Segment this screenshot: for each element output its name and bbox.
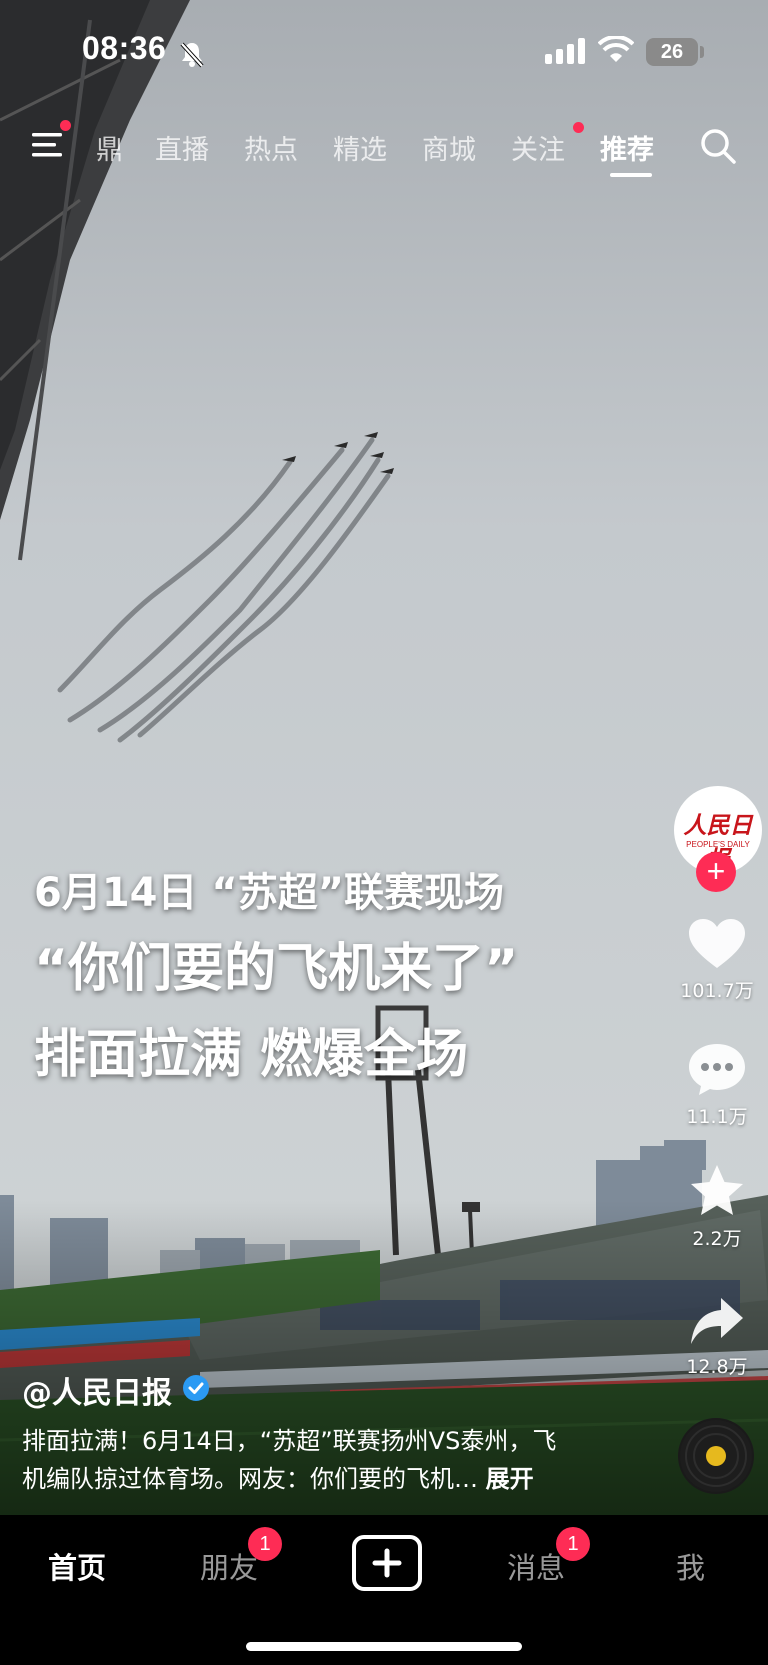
- cellular-signal-icon: [545, 38, 585, 64]
- tab-ding[interactable]: 鼎: [96, 128, 123, 167]
- heart-icon: [689, 919, 745, 968]
- description-line-2: 机编队掠过体育场。网友：你们要的飞机… 展开: [22, 1460, 622, 1498]
- tab-mall[interactable]: 商城: [422, 128, 476, 167]
- wifi-icon: [598, 36, 634, 62]
- verified-badge-icon: [183, 1375, 209, 1401]
- video-caption-line-2: “你们要的飞机来了”: [34, 939, 519, 999]
- status-time: 08:36: [82, 30, 167, 66]
- comment-action[interactable]: 11.1万: [670, 1040, 764, 1129]
- search-icon[interactable]: [698, 126, 738, 166]
- follow-button[interactable]: +: [696, 852, 736, 892]
- plus-icon: [372, 1548, 402, 1578]
- like-count: 101.7万: [680, 980, 754, 1002]
- video-caption-line-1: 6月14日 “苏超”联赛现场: [34, 870, 504, 916]
- description-line-2-text: 机编队掠过体育场。网友：你们要的飞机…: [22, 1465, 478, 1493]
- messages-badge: 1: [556, 1527, 590, 1561]
- video-player[interactable]: [0, 0, 768, 1515]
- share-count: 12.8万: [686, 1356, 748, 1378]
- following-notification-dot: [573, 122, 584, 133]
- bottom-tab-bar: 首页 朋友 1 消息 1 我: [0, 1515, 768, 1665]
- post-description[interactable]: 排面拉满！6月14日，“苏超”联赛扬州VS泰州，飞 机编队掠过体育场。网友：你们…: [22, 1422, 622, 1498]
- vinyl-disc-icon: [680, 1420, 752, 1492]
- tab-messages[interactable]: 消息: [507, 1545, 565, 1587]
- home-indicator: [246, 1642, 522, 1651]
- tab-recommended[interactable]: 推荐: [600, 128, 654, 167]
- avatar-logo-subtext: PEOPLE'S DAILY: [686, 840, 750, 849]
- friends-badge: 1: [248, 1527, 282, 1561]
- status-bar: 08:36 26: [0, 0, 768, 100]
- battery-indicator: 26: [646, 38, 698, 66]
- app-screen: 08:36 26 鼎 直播 热点 精选 商城 关注 推荐 6月14日 “苏超”联…: [0, 0, 768, 1665]
- favorite-count: 2.2万: [692, 1228, 742, 1250]
- video-caption-line-3: 排面拉满 燃爆全场: [34, 1025, 469, 1085]
- expand-link[interactable]: 展开: [486, 1465, 534, 1493]
- video-frame: [0, 0, 768, 1515]
- active-tab-indicator: [610, 173, 652, 177]
- author-name[interactable]: @人民日报: [22, 1368, 172, 1412]
- tab-me[interactable]: 我: [676, 1545, 705, 1587]
- top-nav: 鼎 直播 热点 精选 商城 关注 推荐: [0, 118, 768, 178]
- comment-icon: [689, 1044, 745, 1095]
- bell-muted-icon: [180, 42, 204, 68]
- menu-icon[interactable]: [32, 130, 68, 160]
- share-arrow-icon: [691, 1298, 743, 1344]
- tab-live[interactable]: 直播: [155, 128, 209, 167]
- music-disc[interactable]: [678, 1418, 754, 1494]
- comment-count: 11.1万: [686, 1106, 748, 1128]
- description-line-1: 排面拉满！6月14日，“苏超”联赛扬州VS泰州，飞: [22, 1427, 557, 1455]
- favorite-action[interactable]: 2.2万: [670, 1162, 764, 1251]
- battery-tip: [700, 46, 704, 58]
- share-action[interactable]: 12.8万: [670, 1294, 764, 1379]
- tab-following[interactable]: 关注: [511, 128, 565, 167]
- tab-home[interactable]: 首页: [48, 1545, 106, 1587]
- tab-featured[interactable]: 精选: [333, 128, 387, 167]
- create-button[interactable]: [352, 1535, 422, 1591]
- like-action[interactable]: 101.7万: [670, 916, 764, 1003]
- menu-notification-dot: [60, 120, 71, 131]
- star-icon: [691, 1165, 743, 1215]
- tab-hot[interactable]: 热点: [244, 128, 298, 167]
